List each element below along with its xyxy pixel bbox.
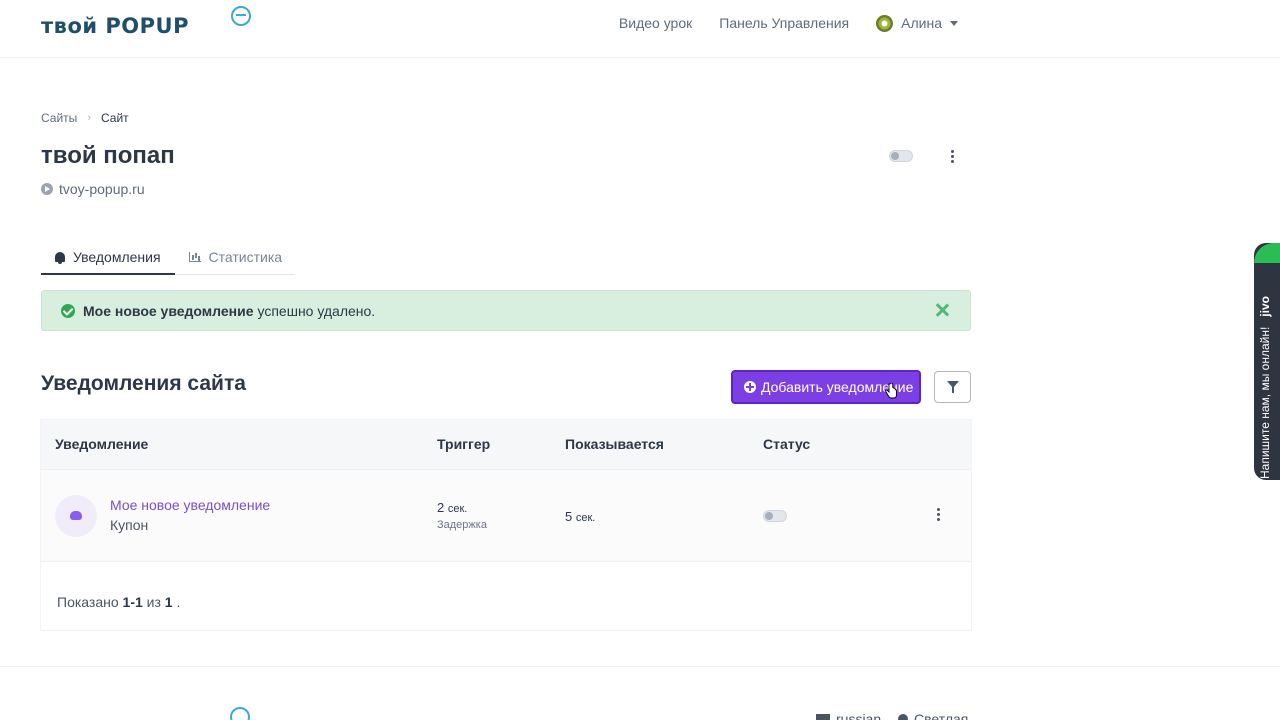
logo[interactable]: твой POPUP (41, 6, 251, 44)
user-name: Алина (901, 15, 942, 31)
user-menu[interactable]: Алина (876, 14, 958, 32)
header-shown: Показывается (565, 436, 664, 452)
row-menu-icon[interactable] (936, 508, 940, 521)
chat-widget-accent (1254, 243, 1280, 263)
header-trigger: Триггер (437, 436, 491, 452)
chart-icon (188, 252, 201, 262)
trigger-value: 2 сек. (437, 500, 467, 515)
header-notification: Уведомление (55, 436, 149, 452)
pagination-total: 1 (164, 594, 173, 610)
top-bar: твой POPUP Видео урок Панель Управления … (0, 0, 1280, 58)
pagination-summary: Показано 1-1 из 1 . (57, 594, 180, 610)
avatar (876, 14, 894, 32)
logo-text: твой POPUP (41, 14, 189, 38)
alert-text: успешно удалено. (257, 302, 376, 319)
notification-name-link[interactable]: Мое новое уведомление (110, 497, 270, 513)
hand-cursor-icon (885, 383, 897, 399)
chat-widget[interactable]: Напишите нам, мы онлайн! jivo (1254, 243, 1280, 480)
main-nav: Видео урок Панель Управления Алина (619, 0, 958, 46)
breadcrumb-current: Сайт (100, 111, 129, 125)
filter-icon (947, 381, 959, 393)
plus-circle-icon (744, 381, 756, 393)
site-url[interactable]: tvoy-popup.ru (41, 181, 145, 197)
language-selector[interactable]: russian (816, 711, 881, 720)
notification-type: Купон (110, 517, 149, 533)
shown-unit: сек. (575, 512, 596, 524)
table-row: Мое новое уведомление Купон 2 сек. Задер… (41, 470, 971, 562)
site-status-toggle[interactable] (889, 150, 913, 162)
tab-notifications-label: Уведомления (73, 248, 161, 265)
tab-statistics-label: Статистика (208, 249, 283, 265)
tab-notifications[interactable]: Уведомления (41, 240, 175, 275)
breadcrumb-separator: › (87, 112, 91, 124)
pagination-prefix: Показано (57, 594, 119, 610)
pagination-range: 1-1 (122, 594, 143, 610)
site-menu-icon[interactable] (950, 150, 954, 163)
external-link-icon (41, 183, 53, 195)
sun-icon (898, 714, 908, 720)
trigger-unit: сек. (447, 503, 468, 515)
breadcrumb: Сайты › Сайт (41, 111, 129, 125)
nav-dashboard[interactable]: Панель Управления (719, 15, 849, 31)
close-icon[interactable] (935, 303, 949, 317)
chat-widget-brand: jivo (1258, 296, 1272, 317)
tabs: Уведомления Статистика (41, 240, 295, 275)
language-label: russian (836, 711, 882, 720)
header-status: Статус (763, 436, 811, 452)
theme-selector[interactable]: Светлая (898, 711, 968, 720)
breadcrumb-sites[interactable]: Сайты (41, 111, 77, 125)
page-footer: russian Светлая (0, 666, 1280, 720)
chat-widget-text: Напишите нам, мы онлайн! (1258, 326, 1272, 479)
nav-video-lesson[interactable]: Видео урок (619, 15, 692, 31)
success-alert: Мое новое уведомление успешно удалено. (41, 290, 971, 331)
logo-badge-icon (231, 6, 251, 26)
shown-number: 5 (565, 509, 573, 524)
theme-label: Светлая (914, 711, 969, 720)
pagination-suffix: . (176, 594, 181, 610)
alert-bold-text: Мое новое уведомление (83, 302, 254, 319)
page-title: твой попап (41, 142, 175, 169)
pagination-of: из (146, 594, 161, 610)
trigger-label: Задержка (437, 519, 487, 531)
piggy-bank-icon (55, 495, 97, 537)
site-url-text: tvoy-popup.ru (59, 181, 145, 197)
chat-widget-label: Напишите нам, мы онлайн! jivo (1258, 269, 1272, 479)
chevron-down-icon (950, 20, 958, 26)
check-circle-icon (61, 303, 75, 318)
section-title: Уведомления сайта (41, 372, 246, 395)
trigger-number: 2 (437, 500, 445, 515)
shown-value: 5 сек. (565, 509, 595, 524)
filter-button[interactable] (934, 371, 971, 403)
footer-logo-icon (230, 707, 250, 720)
table-header: Уведомление Триггер Показывается Статус (41, 420, 971, 470)
notifications-table: Уведомление Триггер Показывается Статус … (41, 420, 971, 630)
tab-statistics[interactable]: Статистика (175, 240, 297, 274)
bell-icon (55, 251, 65, 264)
notification-status-toggle[interactable] (763, 510, 787, 522)
language-icon (816, 714, 830, 720)
